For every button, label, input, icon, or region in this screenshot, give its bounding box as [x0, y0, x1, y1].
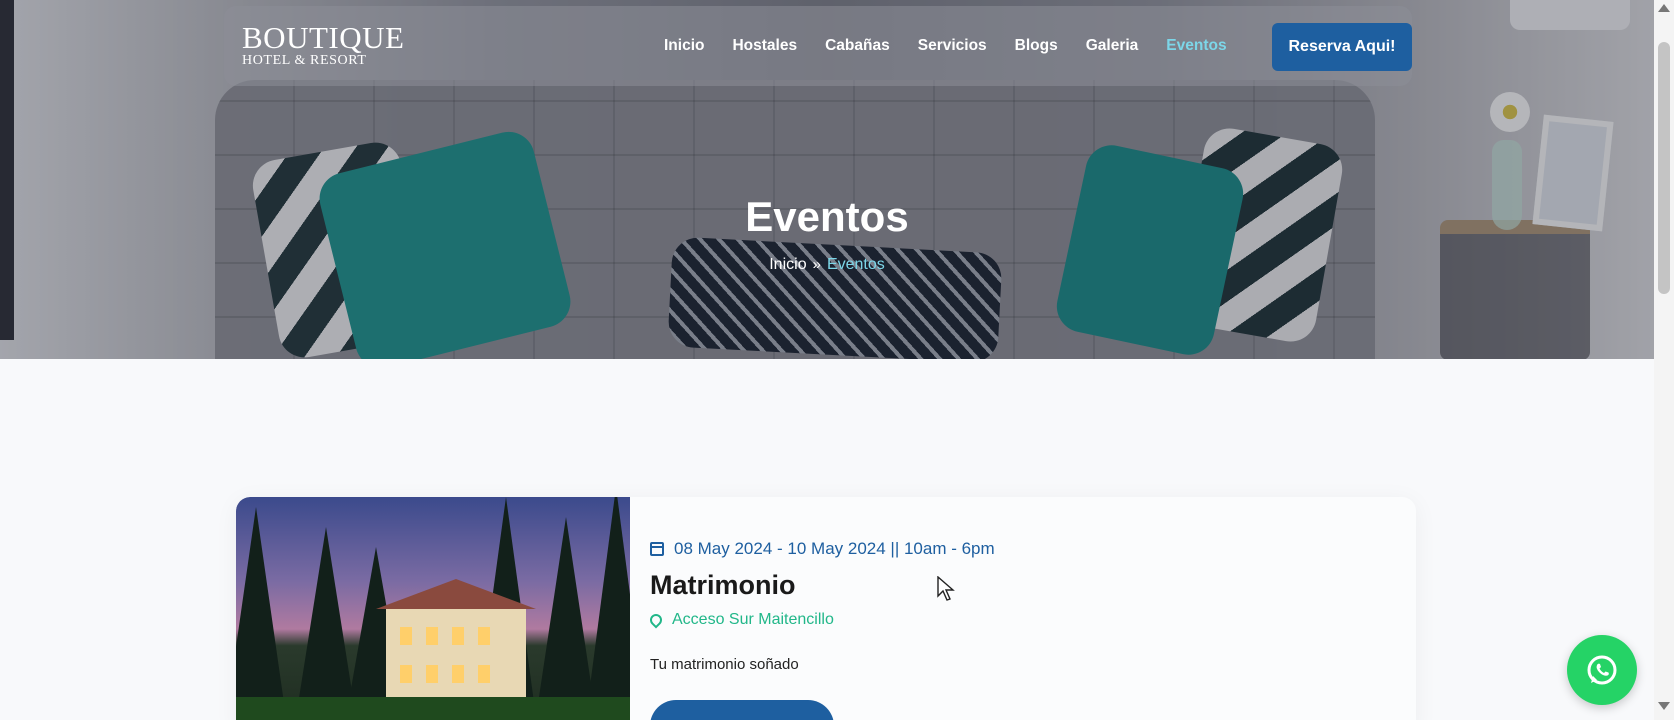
- nav-item-galeria[interactable]: Galeria: [1086, 37, 1139, 55]
- nav-item-eventos[interactable]: Eventos: [1166, 37, 1226, 55]
- map-pin-icon: [647, 611, 665, 629]
- nav-item-hostales[interactable]: Hostales: [732, 37, 797, 55]
- event-image[interactable]: [236, 497, 630, 720]
- reserve-button[interactable]: Reserva Aqui!: [1272, 23, 1412, 71]
- scrollbar-thumb[interactable]: [1658, 42, 1670, 294]
- main-nav: Inicio Hostales Cabañas Servicios Blogs …: [664, 6, 1255, 86]
- scroll-down-icon[interactable]: [1658, 702, 1670, 710]
- page-title: Eventos: [745, 193, 909, 240]
- event-image-decor: [376, 579, 536, 707]
- whatsapp-button[interactable]: [1567, 635, 1637, 705]
- event-image-decor: [586, 497, 630, 717]
- brand-logo[interactable]: BOUTIQUE HOTEL & RESORT: [242, 22, 404, 68]
- brand-logo-line1: BOUTIQUE: [242, 20, 405, 55]
- nav-item-cabanas[interactable]: Cabañas: [825, 37, 890, 55]
- main-navbar: BOUTIQUE HOTEL & RESORT Inicio Hostales …: [224, 6, 1412, 86]
- breadcrumb-current: Eventos: [826, 256, 885, 273]
- nav-item-inicio[interactable]: Inicio: [664, 37, 704, 55]
- whatsapp-icon: [1587, 655, 1617, 685]
- event-date-text: 08 May 2024 - 10 May 2024 || 10am - 6pm: [674, 539, 995, 558]
- nav-item-blogs[interactable]: Blogs: [1015, 37, 1058, 55]
- event-image-decor: [236, 697, 630, 720]
- event-description: Tu matrimonio soñado: [650, 656, 799, 673]
- breadcrumb-separator-icon: »: [812, 256, 821, 273]
- breadcrumb: Inicio » Eventos: [0, 256, 1654, 274]
- breadcrumb-home[interactable]: Inicio: [769, 256, 806, 273]
- scroll-up-icon[interactable]: [1658, 4, 1670, 12]
- calendar-icon: [650, 542, 664, 556]
- mouse-cursor-icon: [937, 576, 955, 601]
- event-date: 08 May 2024 - 10 May 2024 || 10am - 6pm: [650, 539, 995, 559]
- event-location: Acceso Sur Maitencillo: [647, 611, 834, 629]
- page-scrollbar[interactable]: [1654, 0, 1674, 720]
- event-image-decor: [236, 507, 286, 717]
- event-details-button[interactable]: [650, 700, 834, 720]
- brand-logo-line2: HOTEL & RESORT: [242, 53, 367, 68]
- event-location-text: Acceso Sur Maitencillo: [672, 611, 834, 628]
- event-title[interactable]: Matrimonio: [650, 570, 796, 601]
- event-card: 08 May 2024 - 10 May 2024 || 10am - 6pm …: [236, 497, 1416, 720]
- nav-item-servicios[interactable]: Servicios: [918, 37, 987, 55]
